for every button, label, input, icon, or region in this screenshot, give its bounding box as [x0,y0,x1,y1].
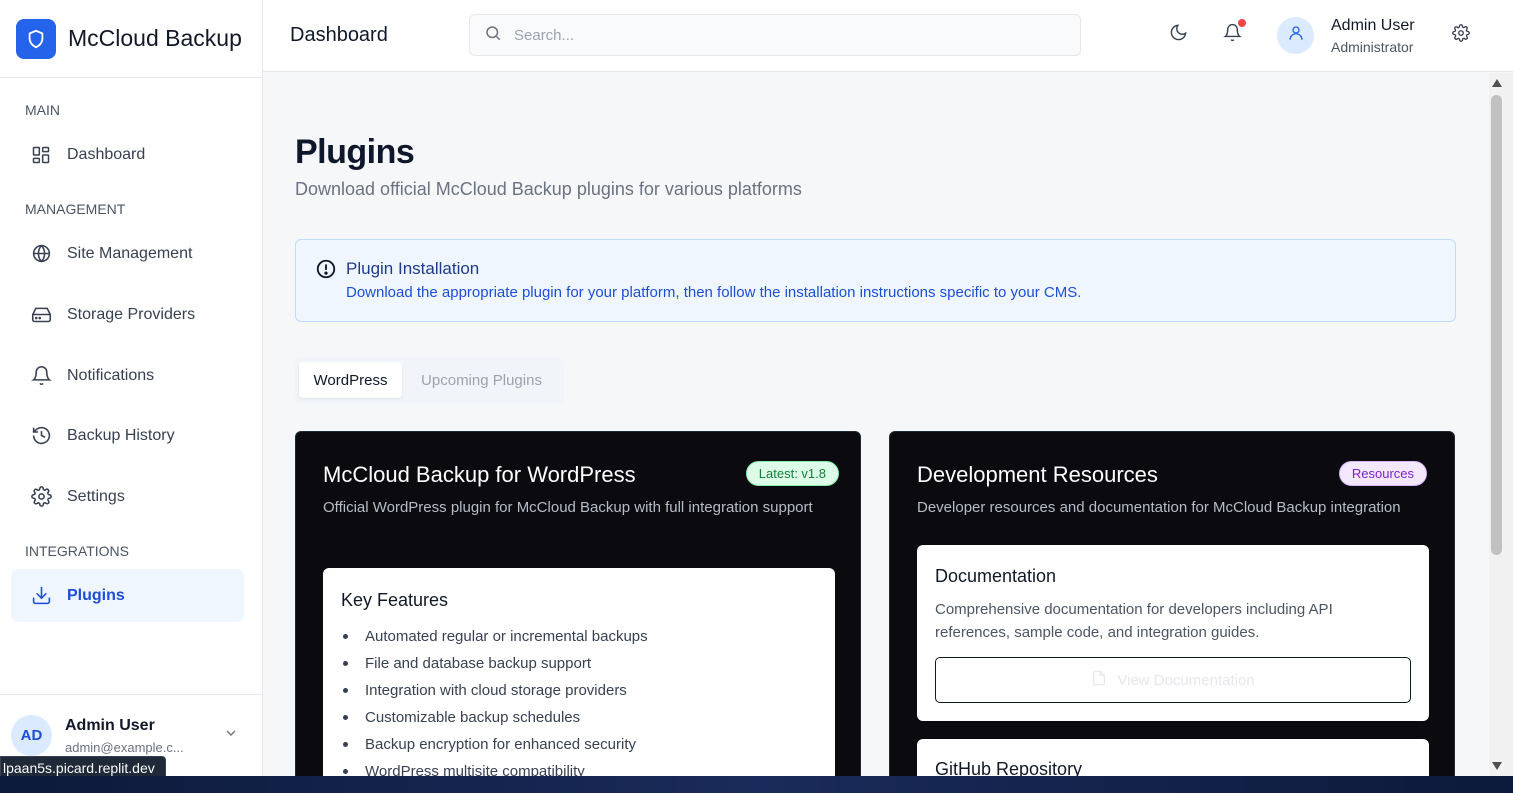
notification-dot [1238,19,1246,27]
search-icon [484,24,502,47]
user-icon [1287,24,1305,47]
gear-icon [29,485,53,509]
alert-title: Plugin Installation [346,259,480,278]
list-item: Automated regular or incremental backups [341,623,817,650]
list-item: WordPress multisite compatibility [341,758,817,776]
page-subtitle: Download official McCloud Backup plugins… [295,179,802,199]
nav-section-integrations: INTEGRATIONS [25,543,129,559]
chevron-down-icon[interactable] [223,725,239,746]
button-label: View Documentation [1117,671,1255,689]
scroll-thumb[interactable] [1491,95,1502,555]
scroll-down-arrow-icon[interactable] [1490,759,1504,773]
list-item: Backup encryption for enhanced security [341,731,817,758]
main-scrollbar[interactable] [1489,73,1513,776]
file-icon [1091,670,1107,690]
avatar: AD [11,715,52,756]
installation-alert: Plugin Installation Download the appropr… [295,239,1456,322]
sidebar-item-backup-history[interactable]: Backup History [11,409,244,462]
github-title: GitHub Repository [935,759,1083,776]
sidebar-item-label: Site Management [67,244,193,262]
header-user-role: Administrator [1331,39,1414,55]
tab-upcoming-plugins[interactable]: Upcoming Plugins [405,362,558,398]
sidebar-item-label: Notifications [67,366,155,384]
key-features-panel: Key Features Automated regular or increm… [323,568,835,776]
sidebar-item-label: Storage Providers [67,305,196,323]
page-title: Plugins [295,133,415,171]
sidebar-item-label: Backup History [67,426,175,444]
download-icon [29,584,53,608]
sidebar-item-settings[interactable]: Settings [11,470,244,523]
card-title: Development Resources [917,462,1158,487]
header-user-name: Admin User [1331,17,1415,34]
moon-icon [1169,23,1188,47]
user-avatar[interactable] [1277,17,1314,54]
plugin-tabs: WordPress Upcoming Plugins [295,358,564,403]
header-title: Dashboard [290,24,388,46]
github-panel: GitHub Repository [917,739,1429,776]
documentation-text: Comprehensive documentation for develope… [935,601,1333,641]
key-features-title: Key Features [341,590,449,610]
scroll-up-arrow-icon[interactable] [1490,76,1504,90]
search-box[interactable] [469,14,1081,56]
main-content: Plugins Download official McCloud Backup… [263,73,1489,776]
card-description: Developer resources and documentation fo… [917,499,1401,516]
settings-button[interactable] [1450,23,1472,47]
list-item: File and database backup support [341,650,817,677]
documentation-panel: Documentation Comprehensive documentatio… [917,545,1429,721]
view-documentation-button[interactable]: View Documentation [935,657,1411,703]
alert-circle-icon [315,258,337,285]
brand-name: McCloud Backup [68,25,242,51]
history-icon [29,424,53,448]
bell-icon [1222,23,1242,47]
list-item: Integration with cloud storage providers [341,677,817,704]
gear-icon [1452,23,1470,47]
card-title: McCloud Backup for WordPress [323,462,636,487]
theme-toggle-button[interactable] [1167,24,1189,46]
sidebar-item-notifications[interactable]: Notifications [11,349,244,402]
wordpress-plugin-card: McCloud Backup for WordPress Latest: v1.… [295,431,861,776]
brand[interactable]: McCloud Backup [0,0,262,78]
resources-badge: Resources [1338,461,1427,486]
sidebar-item-label: Dashboard [67,145,146,163]
card-description: Official WordPress plugin for McCloud Ba… [323,499,813,516]
documentation-title: Documentation [935,566,1057,586]
hard-drive-icon [29,303,53,327]
version-badge: Latest: v1.8 [745,461,839,486]
bell-icon [29,364,53,388]
sidebar-user-email: admin@example.c... [65,739,184,755]
notifications-button[interactable] [1221,19,1246,47]
development-resources-card: Development Resources Resources Develope… [889,431,1455,776]
feature-list: Automated regular or incremental backups… [341,623,817,776]
sidebar-item-plugins[interactable]: Plugins [11,569,244,622]
top-header: Dashboard Admin User Administrator [263,0,1513,72]
sidebar-item-label: Settings [67,487,125,505]
list-item: Customizable backup schedules [341,704,817,731]
shield-logo-icon [16,18,56,59]
sidebar-item-dashboard[interactable]: Dashboard [11,128,244,181]
taskbar [0,776,1513,793]
sidebar-item-label: Plugins [67,586,125,604]
tab-wordpress[interactable]: WordPress [299,362,402,398]
nav-section-management: MANAGEMENT [25,201,126,217]
sidebar: McCloud Backup MAIN Dashboard MANAGEMENT… [0,0,263,776]
header-user[interactable]: Admin User Administrator [1331,17,1415,55]
sidebar-item-storage-providers[interactable]: Storage Providers [11,288,244,341]
search-input[interactable] [514,26,1074,44]
globe-icon [29,242,53,266]
sidebar-user-name: Admin User [65,716,155,734]
sidebar-item-site-management[interactable]: Site Management [11,227,244,280]
nav-section-main: MAIN [25,102,60,118]
alert-text: Download the appropriate plugin for your… [346,284,1082,301]
layout-grid-icon [29,143,53,167]
